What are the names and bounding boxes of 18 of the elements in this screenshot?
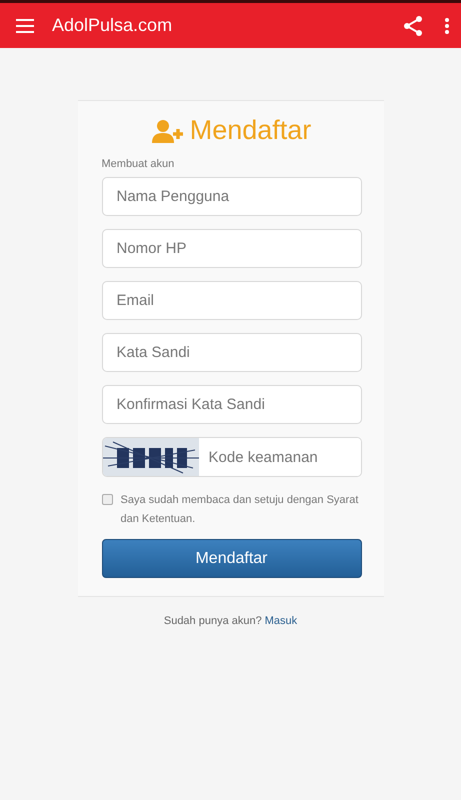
input-field[interactable]: Nomor HP — [102, 229, 362, 268]
form-subtitle: Membuat akun — [102, 158, 176, 170]
login-prompt: Sudah punya akun? — [164, 615, 262, 627]
more-icon[interactable] — [445, 18, 449, 34]
add-user-icon — [152, 118, 184, 142]
share-icon[interactable] — [403, 16, 423, 36]
app-title: AdolPulsa.com — [52, 15, 174, 36]
input-field[interactable]: Konfirmasi Kata Sandi — [102, 385, 362, 424]
register-button[interactable]: Mendaftar — [102, 539, 362, 578]
input-field[interactable]: Email — [102, 281, 362, 320]
input-field[interactable]: Kata Sandi — [102, 333, 362, 372]
menu-icon[interactable] — [16, 18, 34, 32]
form-title: Mendaftar — [190, 115, 312, 146]
agree-checkbox[interactable] — [102, 494, 112, 505]
captcha-field[interactable]: Kode keamanan — [102, 437, 362, 477]
agree-label: Saya sudah membaca dan setuju dengan Syarat dan Ketentuan. — [120, 493, 360, 527]
login-link[interactable]: Masuk — [264, 615, 298, 627]
input-field[interactable]: Nama Pengguna — [102, 177, 362, 216]
